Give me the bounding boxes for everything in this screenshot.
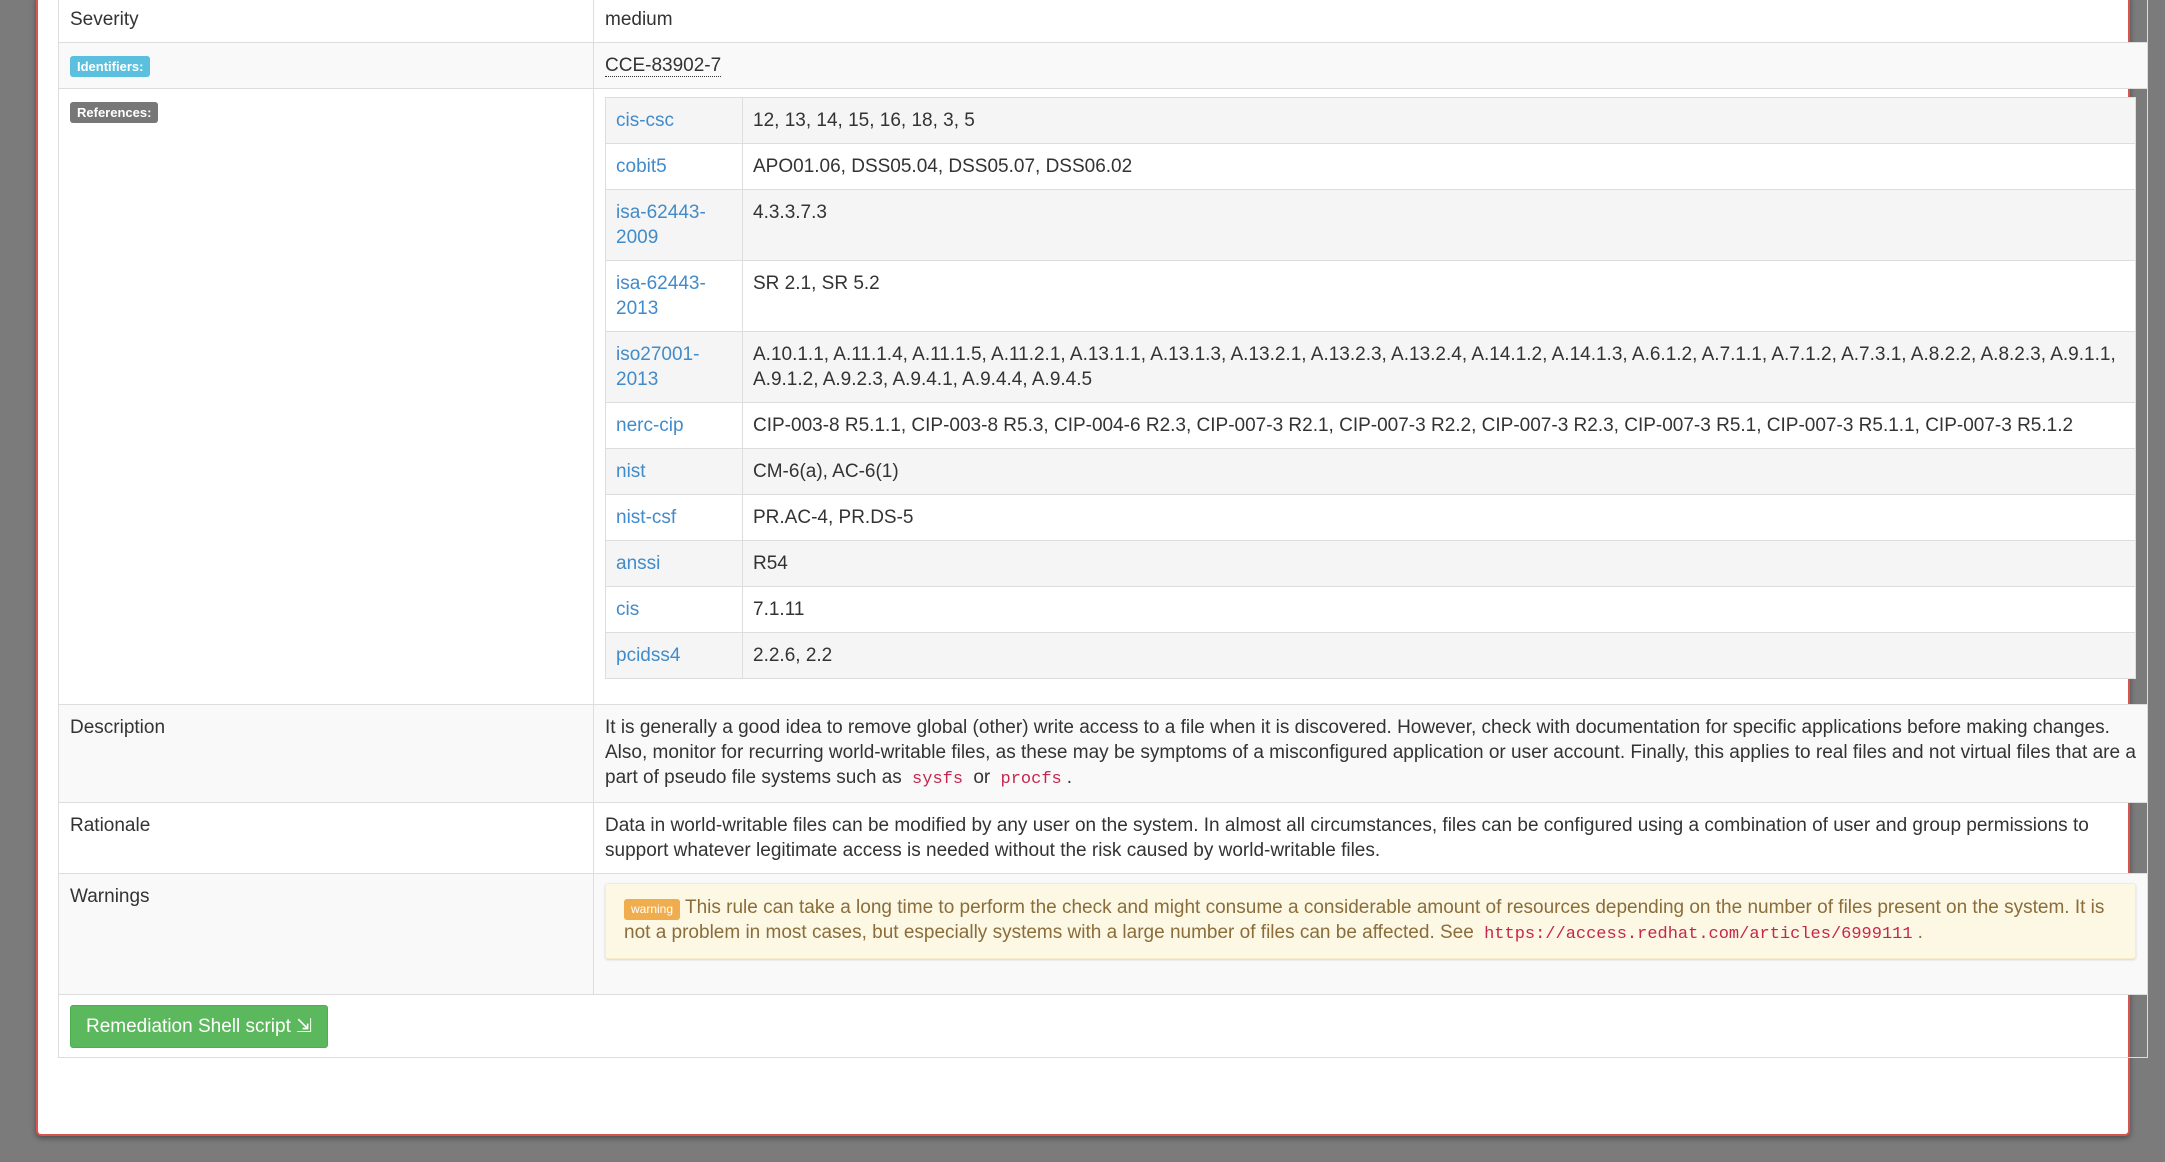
reference-link[interactable]: nist-csf — [616, 507, 676, 528]
reference-row: cis-csc 12, 13, 14, 15, 16, 18, 3, 5 — [605, 97, 2136, 144]
identifier-cce[interactable]: CCE-83902-7 — [605, 55, 722, 77]
rationale-row: Rationale Data in world-writable files c… — [58, 802, 2148, 874]
reference-row: cobit5 APO01.06, DSS05.04, DSS05.07, DSS0… — [605, 143, 2136, 190]
rule-panel: Severity medium Identifiers: CCE-83902-7… — [36, 0, 2148, 1136]
reference-value: PR.AC-4, PR.DS-5 — [742, 494, 2136, 541]
rationale-label: Rationale — [58, 802, 594, 874]
reference-row: nist CM-6(a), AC-6(1) — [605, 448, 2136, 495]
reference-link[interactable]: cis-csc — [616, 110, 674, 131]
reference-value: 12, 13, 14, 15, 16, 18, 3, 5 — [742, 97, 2136, 144]
reference-row: pcidss4 2.2.6, 2.2 — [605, 632, 2136, 679]
identifiers-row: Identifiers: CCE-83902-7 — [58, 42, 2148, 89]
warning-badge: warning — [624, 899, 681, 920]
description-row: Description It is generally a good idea … — [58, 704, 2148, 803]
reference-value: CM-6(a), AC-6(1) — [742, 448, 2136, 495]
reference-link[interactable]: iso27001-2013 — [616, 344, 699, 390]
reference-row: iso27001-2013 A.10.1.1, A.11.1.4, A.11.1.… — [605, 331, 2136, 403]
reference-value: A.10.1.1, A.11.1.4, A.11.1.5, A.11.2.1, … — [742, 331, 2136, 403]
reference-row: isa-62443-2009 4.3.3.7.3 — [605, 189, 2136, 261]
rationale-text: Data in world-writable files can be modi… — [593, 802, 2148, 874]
remediation-shell-script-button[interactable]: Remediation Shell script ⇲ — [70, 1005, 329, 1048]
reference-link[interactable]: cobit5 — [616, 156, 667, 177]
severity-value: medium — [593, 0, 2148, 43]
reference-value: SR 2.1, SR 5.2 — [742, 260, 2136, 332]
warning-alert: warning This rule can take a long time t… — [605, 883, 2136, 959]
rule-details-table: Severity medium Identifiers: CCE-83902-7… — [58, 0, 2148, 1058]
reference-row: anssi R54 — [605, 540, 2136, 587]
remediation-row: Remediation Shell script ⇲ — [58, 994, 2148, 1058]
description-label: Description — [58, 704, 594, 803]
reference-value: 7.1.11 — [742, 586, 2136, 633]
identifiers-badge: Identifiers: — [70, 56, 151, 77]
references-badge: References: — [70, 102, 159, 123]
warnings-row: Warnings warning This rule can take a lo… — [58, 873, 2148, 995]
warnings-label: Warnings — [58, 873, 594, 995]
reference-row: isa-62443-2013 SR 2.1, SR 5.2 — [605, 260, 2136, 332]
reference-row: nerc-cip CIP-003-8 R5.1.1, CIP-003-8 R5.3… — [605, 402, 2136, 449]
reference-link[interactable]: isa-62443-2009 — [616, 202, 706, 248]
reference-link[interactable]: nist — [616, 461, 646, 482]
reference-link[interactable]: cis — [616, 599, 639, 620]
reference-link[interactable]: anssi — [616, 553, 660, 574]
reference-row: nist-csf PR.AC-4, PR.DS-5 — [605, 494, 2136, 541]
reference-row: cis 7.1.11 — [605, 586, 2136, 633]
reference-value: CIP-003-8 R5.1.1, CIP-003-8 R5.3, CIP-00… — [742, 402, 2136, 449]
warning-url: https://access.redhat.com/articles/69991… — [1484, 925, 1913, 944]
code-procfs: procfs — [1000, 770, 1062, 789]
references-table: cis-csc 12, 13, 14, 15, 16, 18, 3, 5 cobi… — [605, 97, 2136, 679]
references-row: References: cis-csc 12, 13, 14, 15, 16, 1… — [58, 88, 2148, 705]
reference-value: 4.3.3.7.3 — [742, 189, 2136, 261]
severity-row: Severity medium — [58, 0, 2148, 43]
reference-link[interactable]: nerc-cip — [616, 415, 684, 436]
reference-link[interactable]: isa-62443-2013 — [616, 273, 706, 319]
code-sysfs: sysfs — [912, 770, 964, 789]
reference-link[interactable]: pcidss4 — [616, 645, 680, 666]
description-text: It is generally a good idea to remove gl… — [593, 704, 2148, 803]
reference-value: R54 — [742, 540, 2136, 587]
severity-label: Severity — [58, 0, 594, 43]
reference-value: APO01.06, DSS05.04, DSS05.07, DSS06.02 — [742, 143, 2136, 190]
reference-value: 2.2.6, 2.2 — [742, 632, 2136, 679]
